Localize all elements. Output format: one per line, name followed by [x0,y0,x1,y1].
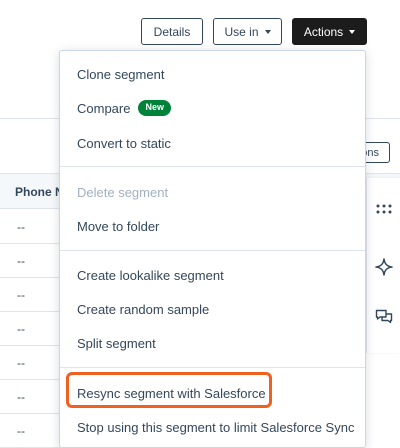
menu-item-label: Delete segment [77,184,169,200]
menu-divider [60,367,365,368]
use-in-button[interactable]: Use in [213,18,282,45]
menu-item-convert-to-static[interactable]: Convert to static [60,129,365,157]
menu-item-label: Clone segment [77,66,165,82]
menu-item-split-segment[interactable]: Split segment [60,329,365,357]
caret-down-icon [264,30,271,34]
menu-item-label: Create lookalike segment [77,267,224,283]
table-cell: -- [17,288,25,302]
menu-item-resync-salesforce[interactable]: Resync segment with Salesforce [60,379,365,407]
menu-item-label: Compare [77,100,131,116]
menu-item-move-to-folder[interactable]: Move to folder [60,212,365,240]
actions-button-label: Actions [303,24,344,39]
grid-dots-icon[interactable] [375,200,393,218]
menu-item-label: Move to folder [77,218,160,234]
sparkle-icon[interactable] [375,258,393,276]
table-cell: -- [17,390,25,404]
menu-item-label: Convert to static [77,135,171,151]
menu-divider [60,166,365,167]
menu-divider [60,250,365,251]
menu-item-label: Resync segment with Salesforce [77,385,266,401]
column-header-phone[interactable]: Phone N [15,185,64,199]
table-row[interactable]: -- [0,380,60,414]
new-badge: New [138,100,171,116]
menu-item-clone-segment[interactable]: Clone segment [60,60,365,88]
table-row[interactable]: -- [0,210,60,244]
actions-dropdown-menu: Clone segment Compare New Convert to sta… [59,50,366,448]
table-cell: -- [17,254,25,268]
table-cell: -- [17,220,25,234]
chat-icon[interactable] [375,308,393,326]
details-button[interactable]: Details [141,18,203,45]
menu-item-create-lookalike[interactable]: Create lookalike segment [60,261,365,289]
menu-item-compare[interactable]: Compare New [60,94,365,122]
table-row[interactable]: -- [0,414,60,448]
side-rail [366,178,400,353]
caret-down-icon [349,30,356,34]
menu-item-label: Split segment [77,335,156,351]
menu-item-create-random-sample[interactable]: Create random sample [60,295,365,323]
menu-item-stop-salesforce-sync[interactable]: Stop using this segment to limit Salesfo… [60,413,365,441]
table-cell: -- [17,322,25,336]
table-row[interactable]: -- [0,278,60,312]
table-cell: -- [17,424,25,438]
menu-item-delete-segment: Delete segment [60,178,365,206]
table-cell: -- [17,356,25,370]
table-row[interactable]: -- [0,312,60,346]
table-row[interactable]: -- [0,346,60,380]
use-in-button-label: Use in [224,24,259,39]
menu-item-label: Create random sample [77,301,210,317]
actions-button[interactable]: Actions [292,18,367,45]
menu-item-label: Stop using this segment to limit Salesfo… [77,419,355,435]
table-row[interactable]: -- [0,244,60,278]
details-button-label: Details [153,24,191,39]
